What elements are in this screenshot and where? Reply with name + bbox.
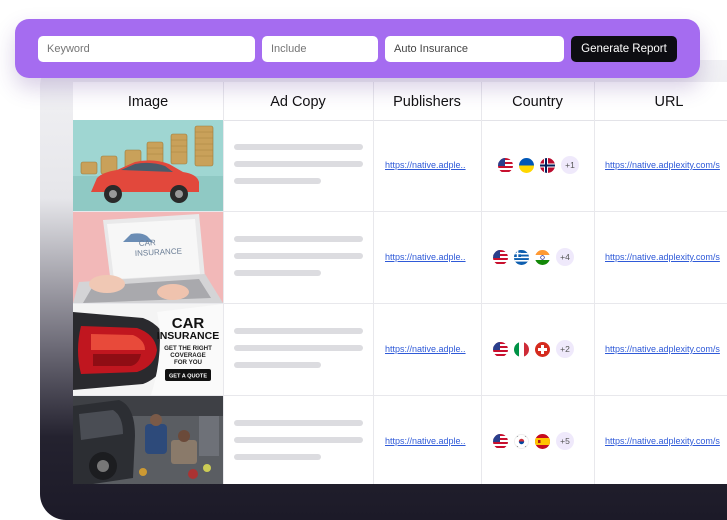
more-countries-badge[interactable]: +1 xyxy=(561,156,579,174)
italy-flag-icon xyxy=(514,342,529,357)
banner-subtitle-line2: COVERAGE xyxy=(170,352,205,359)
url-link[interactable]: https://native.adplexity.com/s xyxy=(605,436,720,446)
more-countries-badge[interactable]: +2 xyxy=(556,340,574,358)
ad-copy-placeholder-line xyxy=(234,144,363,150)
ad-copy-placeholder-line xyxy=(234,161,363,167)
column-header-ad-copy[interactable]: Ad Copy xyxy=(223,82,373,120)
us-flag-icon xyxy=(493,250,508,265)
ad-copy-placeholder-line xyxy=(234,420,363,426)
ad-copy-placeholder-line xyxy=(234,454,321,460)
ad-copy-placeholder-line xyxy=(234,178,321,184)
search-bar: Generate Report xyxy=(15,19,700,78)
ad-image-laptop-car-insurance[interactable]: CAR INSURANCE xyxy=(73,212,223,303)
column-header-url[interactable]: URL xyxy=(594,82,727,120)
include-input[interactable] xyxy=(262,36,378,62)
more-countries-badge[interactable]: +4 xyxy=(556,248,574,266)
ad-image-car-repair-garage[interactable] xyxy=(73,396,223,484)
ukraine-flag-icon xyxy=(519,158,534,173)
us-flag-icon xyxy=(493,342,508,357)
column-header-publishers[interactable]: Publishers xyxy=(373,82,481,120)
banner-subtitle-line3: FOR YOU xyxy=(174,359,203,366)
greece-flag-icon xyxy=(514,250,529,265)
table-row[interactable]: https://native.adple.. +5 https://native… xyxy=(73,396,727,484)
column-header-country[interactable]: Country xyxy=(481,82,594,120)
banner-subtitle-line1: GET THE RIGHT xyxy=(164,345,212,352)
keyword-input[interactable] xyxy=(38,36,255,62)
spain-flag-icon xyxy=(535,434,550,449)
ad-copy-placeholder-line xyxy=(234,236,363,242)
table-row[interactable]: CAR INSURANCE https://native.adple.. +4 … xyxy=(73,212,727,304)
banner-cta-get-a-quote: GET A QUOTE xyxy=(169,374,207,380)
south-korea-flag-icon xyxy=(514,434,529,449)
table-row[interactable]: CAR INSURANCE GET THE RIGHT COVERAGE FOR… xyxy=(73,304,727,396)
url-link[interactable]: https://native.adplexity.com/s xyxy=(605,160,720,170)
table-row[interactable]: https://native.adple.. +1 https://native… xyxy=(73,120,727,212)
column-header-image[interactable]: Image xyxy=(73,82,223,120)
table-header: Image Ad Copy Publishers Country URL xyxy=(73,82,727,121)
results-table: Image Ad Copy Publishers Country URL htt… xyxy=(73,82,727,484)
publisher-link[interactable]: https://native.adple.. xyxy=(385,344,466,354)
generate-report-button[interactable]: Generate Report xyxy=(571,36,677,62)
publisher-link[interactable]: https://native.adple.. xyxy=(385,160,466,170)
ad-copy-placeholder-line xyxy=(234,328,363,334)
switzerland-flag-icon xyxy=(535,342,550,357)
ad-copy-placeholder-line xyxy=(234,437,363,443)
ad-copy-placeholder-line xyxy=(234,362,321,368)
more-countries-badge[interactable]: +5 xyxy=(556,432,574,450)
us-flag-icon xyxy=(498,158,513,173)
laptop-screen-text-car: CAR xyxy=(139,238,157,248)
publisher-link[interactable]: https://native.adple.. xyxy=(385,436,466,446)
search-query-input[interactable] xyxy=(385,36,564,62)
norway-flag-icon xyxy=(540,158,555,173)
ad-copy-placeholder-line xyxy=(234,253,363,259)
banner-title-insurance: INSURANCE xyxy=(157,330,219,342)
ad-copy-placeholder-line xyxy=(234,270,321,276)
url-link[interactable]: https://native.adplexity.com/s xyxy=(605,252,720,262)
india-flag-icon xyxy=(535,250,550,265)
ad-image-red-car-coins[interactable] xyxy=(73,120,223,211)
publisher-link[interactable]: https://native.adple.. xyxy=(385,252,466,262)
us-flag-icon xyxy=(493,434,508,449)
ad-copy-placeholder-line xyxy=(234,345,363,351)
ad-image-car-insurance-banner[interactable]: CAR INSURANCE GET THE RIGHT COVERAGE FOR… xyxy=(73,304,223,395)
url-link[interactable]: https://native.adplexity.com/s xyxy=(605,344,720,354)
